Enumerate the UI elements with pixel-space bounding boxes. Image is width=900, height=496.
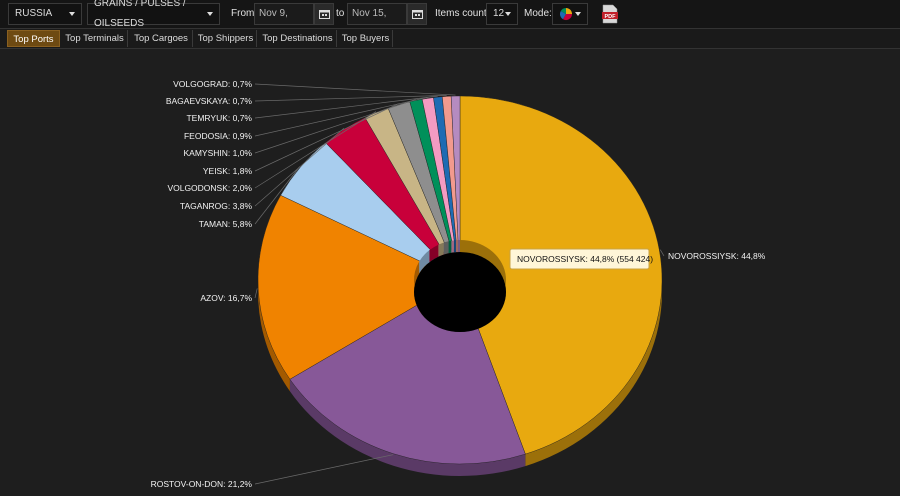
tab-top-ports[interactable]: Top Ports xyxy=(7,30,60,47)
slice-label-azov: AZOV: 16,7% xyxy=(200,293,252,303)
to-calendar-button[interactable] xyxy=(407,3,427,25)
leader-line-azov xyxy=(254,288,258,299)
tab-top-terminals[interactable]: Top Terminals xyxy=(62,30,128,47)
hole-wall-feodosia xyxy=(451,240,454,253)
from-date-input[interactable]: Nov 9, 2020 xyxy=(254,3,314,39)
calendar-icon xyxy=(412,10,423,19)
slice-label-kamyshin: KAMYSHIN: 1,0% xyxy=(184,148,253,158)
to-date-input[interactable]: Nov 15, 2020 xyxy=(347,3,407,39)
items-count-select[interactable]: 12 xyxy=(486,3,518,25)
slice-label-taman: TAMAN: 5,8% xyxy=(199,219,253,229)
tab-top-destinations[interactable]: Top Destinations xyxy=(259,30,337,47)
tab-top-shippers[interactable]: Top Shippers xyxy=(195,30,257,47)
tab-top-cargoes[interactable]: Top Cargoes xyxy=(130,30,193,47)
hole-wall-bagaevskaya xyxy=(455,240,458,253)
slice-label-taganrog: TAGANROG: 3,8% xyxy=(180,201,253,211)
mode-label: Mode: xyxy=(524,8,552,19)
hole-bottom xyxy=(414,252,506,332)
chevron-down-icon xyxy=(505,12,511,16)
hole-wall-kamyshin xyxy=(448,240,452,254)
slice-label-volgodonsk: VOLGODONSK: 2,0% xyxy=(167,183,252,193)
to-label: to xyxy=(336,8,345,19)
leader-line-novorossiysk xyxy=(659,249,665,257)
chevron-down-icon xyxy=(69,12,75,16)
chevron-down-icon xyxy=(575,12,581,16)
ports-pie-chart: NOVOROSSIYSK: 44,8% ROSTOV-ON-DON: 21,2% A… xyxy=(151,79,766,489)
items-count-value: 12 xyxy=(493,8,505,19)
slice-label-yeisk: YEISK: 1,8% xyxy=(203,166,253,176)
cargo-group-select[interactable]: GRAINS / PULSES / OILSEEDS xyxy=(87,0,220,29)
slice-label-rostov-on-don: ROSTOV-ON-DON: 21,2% xyxy=(151,479,253,489)
chevron-down-icon xyxy=(207,12,213,16)
leader-line-rostov-on-don xyxy=(254,454,394,485)
tab-top-buyers[interactable]: Top Buyers xyxy=(339,30,393,47)
hole-wall-temryuk xyxy=(453,240,456,253)
slice-label-novorossiysk: NOVOROSSIYSK: 44,8% xyxy=(668,251,766,261)
pie-center-hole xyxy=(414,240,506,332)
from-calendar-button[interactable] xyxy=(314,3,334,25)
slice-label-bagaevskaya: BAGAEVSKAYA: 0,7% xyxy=(166,96,253,106)
calendar-icon xyxy=(319,10,330,19)
svg-text:PDF: PDF xyxy=(605,14,617,20)
export-pdf-button[interactable]: PDF xyxy=(600,4,620,24)
country-select-value: RUSSIA xyxy=(15,8,53,19)
tooltip-text: NOVOROSSIYSK: 44,8% (554 424) xyxy=(517,254,653,264)
slice-tooltip: NOVOROSSIYSK: 44,8% (554 424) xyxy=(509,248,653,270)
hole-wall-yeisk xyxy=(443,241,449,255)
slice-label-feodosia: FEODOSIA: 0,9% xyxy=(184,131,252,141)
pdf-file-icon: PDF xyxy=(602,4,618,24)
hole-wall-volgograd xyxy=(457,240,460,253)
pie-chart-icon xyxy=(559,7,572,21)
hole-wall-volgodonsk xyxy=(438,242,444,257)
slice-label-volgograd: VOLGOGRAD: 0,7% xyxy=(173,79,252,89)
toolbar: RUSSIA GRAINS / PULSES / OILSEEDS From N… xyxy=(0,0,900,39)
tab-bar: Top Ports Top Terminals Top Cargoes Top … xyxy=(0,29,900,49)
from-label: From xyxy=(231,8,255,19)
mode-select[interactable] xyxy=(552,3,588,25)
leader-line-volgograd xyxy=(254,83,456,96)
country-select[interactable]: RUSSIA xyxy=(8,3,82,25)
items-count-label: Items count: xyxy=(435,8,490,19)
slice-label-temryuk: TEMRYUK: 0,7% xyxy=(186,113,252,123)
